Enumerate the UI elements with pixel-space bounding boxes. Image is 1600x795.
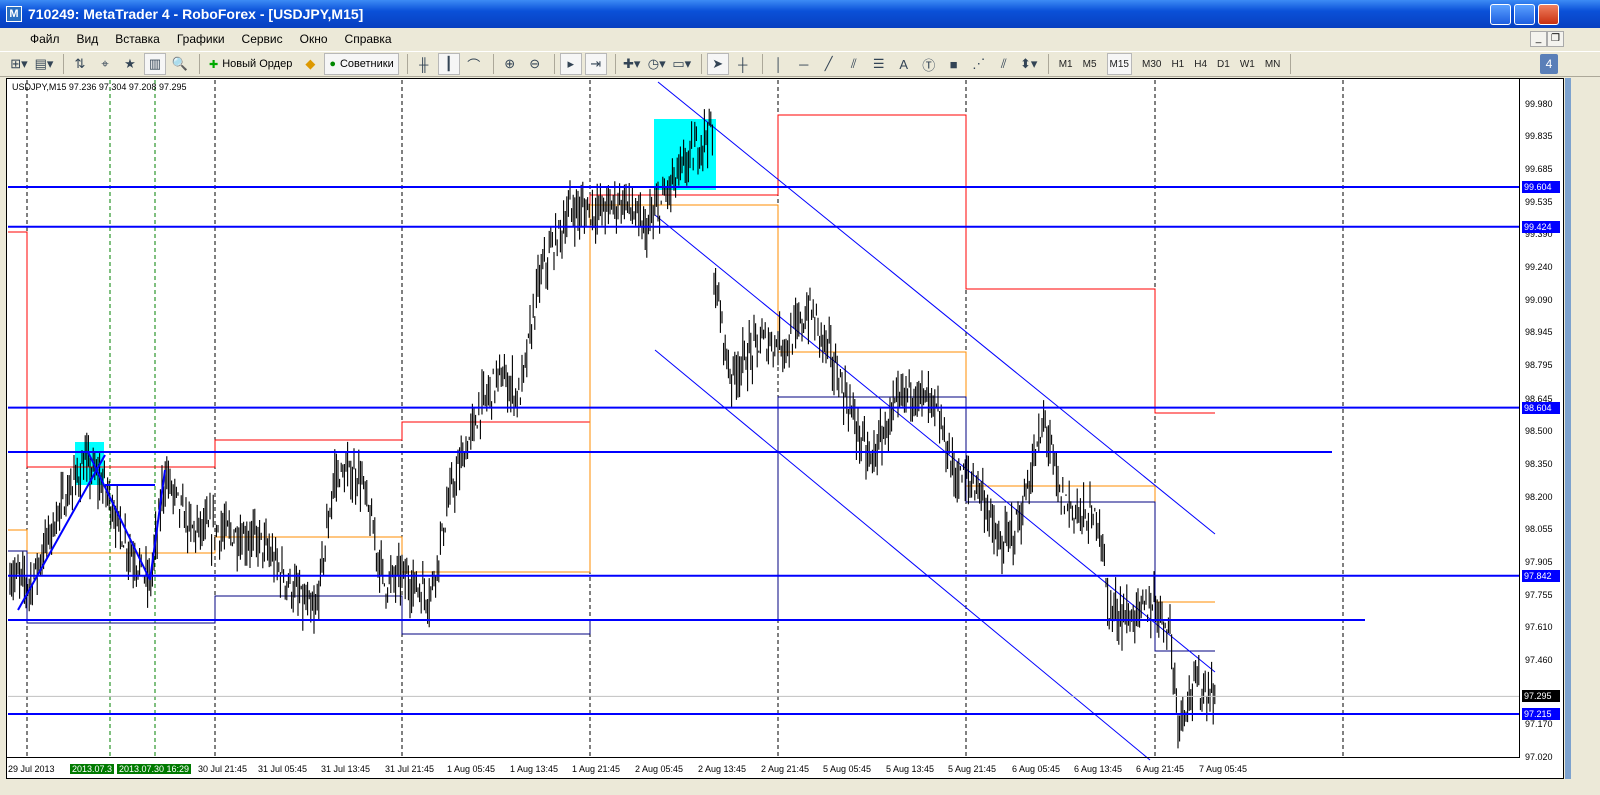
price-tick-label: 98.350	[1525, 458, 1553, 469]
price-tick-label: 98.945	[1525, 327, 1553, 338]
time-tick-label: 5 Aug 21:45	[948, 764, 997, 774]
level-price-label: 97.215	[1522, 708, 1560, 720]
price-tick-label: 99.240	[1525, 262, 1553, 273]
price-tick-label: 97.170	[1525, 718, 1553, 729]
chart-canvas[interactable]	[0, 0, 1600, 795]
time-tick-label: 1 Aug 13:45	[510, 764, 559, 774]
time-tick-label: 29 Jul 2013	[8, 764, 55, 774]
price-tick-label: 97.755	[1525, 589, 1553, 600]
level-price-label: 98.604	[1522, 401, 1560, 414]
price-tick-label: 99.980	[1525, 99, 1553, 110]
time-tick-label: 30 Jul 21:45	[198, 764, 248, 774]
price-tick-label: 97.905	[1525, 556, 1553, 567]
time-tick-label: 1 Aug 05:45	[447, 764, 496, 774]
channel-line	[654, 349, 1151, 761]
time-tick-label: 31 Jul 05:45	[258, 764, 308, 774]
time-tick-label: 1 Aug 21:45	[572, 764, 621, 774]
time-tick-label: 2 Aug 05:45	[635, 764, 684, 774]
current-price-label: 97.295	[1522, 690, 1560, 703]
price-tick-label: 98.200	[1525, 491, 1553, 502]
channel-line	[654, 214, 1216, 673]
price-tick-label: 97.020	[1525, 752, 1553, 763]
time-tick-label: 5 Aug 13:45	[886, 764, 935, 774]
time-axis	[6, 757, 1520, 758]
time-marker-label: 2013.07.30 16:29	[117, 764, 192, 774]
price-tick-label: 99.685	[1525, 164, 1553, 175]
price-tick-label: 97.610	[1525, 621, 1553, 632]
price-tick-label: 99.090	[1525, 295, 1553, 306]
level-price-label: 99.604	[1522, 181, 1560, 193]
level-price-label: 97.842	[1522, 569, 1560, 582]
time-tick-label: 6 Aug 21:45	[1136, 764, 1185, 774]
price-tick-label: 98.795	[1525, 360, 1553, 371]
time-marker-label: 2013.07.3	[70, 764, 115, 774]
price-tick-label: 99.835	[1525, 131, 1553, 142]
price-axis	[1519, 78, 1520, 758]
red-level-line	[8, 114, 1215, 468]
time-tick-label: 2 Aug 21:45	[761, 764, 810, 774]
scrollbar[interactable]	[1565, 78, 1571, 779]
channel-line	[657, 81, 1216, 535]
chart-info: USDJPY,M15 97.236 97.304 97.208 97.295	[12, 82, 187, 92]
price-tick-label: 98.500	[1525, 425, 1553, 436]
time-tick-label: 6 Aug 05:45	[1012, 764, 1061, 774]
trendline	[87, 451, 151, 581]
level-price-label: 99.424	[1522, 220, 1560, 233]
time-tick-label: 31 Jul 13:45	[321, 764, 371, 774]
time-tick-label: 31 Jul 21:45	[385, 764, 435, 774]
orange-level-line	[8, 204, 1215, 603]
time-tick-label: 5 Aug 05:45	[823, 764, 872, 774]
time-tick-label: 2 Aug 13:45	[698, 764, 747, 774]
price-tick-label: 98.055	[1525, 523, 1553, 534]
price-tick-label: 97.460	[1525, 654, 1553, 665]
time-tick-label: 7 Aug 05:45	[1199, 764, 1248, 774]
price-tick-label: 99.535	[1525, 197, 1553, 208]
trendline	[149, 469, 166, 581]
time-tick-label: 6 Aug 13:45	[1074, 764, 1123, 774]
